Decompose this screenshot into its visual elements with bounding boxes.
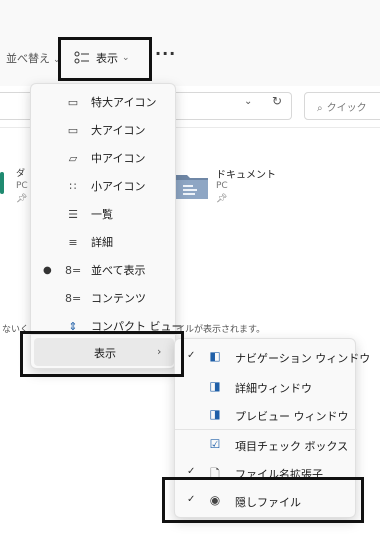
menu-item-label: 一覧 [91,208,113,221]
sort-button[interactable]: 並べ替え ⌄ [6,50,61,66]
menu-item-large-icons[interactable]: ▭ 大アイコン [31,116,177,144]
quick-access-item-name[interactable]: ダ [16,166,25,179]
sort-label: 並べ替え [6,52,50,65]
address-dropdown-icon[interactable]: ⌄ [244,96,252,107]
highlight-box-view [58,37,152,81]
details-icon: ≡ [68,235,78,249]
submenu-item-label: ナビゲーション ウィンドウ [235,352,371,365]
refresh-icon[interactable]: ↻ [272,94,282,108]
search-icon: ⌕ [317,103,323,114]
menu-item-small-icons[interactable]: ∷ 小アイコン [31,172,177,200]
preview-pane-icon: ◨ [209,407,221,421]
search-input[interactable]: ⌕ クイック [304,92,380,120]
submenu-item-label: 詳細ウィンドウ [235,382,312,395]
search-placeholder: クイック [326,103,367,114]
navigation-pane-icon: ◧ [209,349,221,363]
menu-item-tiles[interactable]: ● 8= 並べて表示 [31,256,177,284]
menu-item-label: 大アイコン [91,124,146,137]
menu-item-medium-icons[interactable]: ▱ 中アイコン [31,144,177,172]
checkmark-icon: ✓ [187,466,196,477]
menu-item-label: コンテンツ [91,292,146,305]
menu-item-details[interactable]: ≡ 詳細 [31,228,177,256]
small-icons-icon: ∷ [69,179,77,193]
submenu-separator [175,429,357,430]
large-icons-icon: ▭ [67,123,79,137]
documents-item-name[interactable]: ドキュメント [216,166,276,181]
menu-item-label: 詳細 [91,236,113,249]
list-icon: ☰ [68,207,78,221]
submenu-item-label: プレビュー ウィンドウ [235,410,349,423]
submenu-item-label: 項目チェック ボックス [235,440,349,453]
hint-text-right: イルが表示されます。 [176,325,266,335]
more-options-button[interactable]: ··· [155,44,176,63]
quick-access-item-location: PC [16,181,28,191]
menu-item-list[interactable]: ☰ 一覧 [31,200,177,228]
content-icon: 8= [65,291,82,305]
quick-access-item-icon [0,172,4,194]
documents-item-location: PC [216,181,228,191]
view-menu: ▭ 特大アイコン ▭ 大アイコン ▱ 中アイコン ∷ 小アイコン ☰ 一覧 ≡ … [30,83,183,369]
highlight-box-hidden-files [162,477,364,523]
command-bar: 並べ替え ⌄ 表示 ⌄ ··· [0,0,380,86]
highlight-box-show [20,331,184,377]
menu-item-label: 特大アイコン [91,96,157,109]
selected-bullet-icon: ● [43,264,52,276]
submenu-item-details-pane[interactable]: ◨ 詳細ウィンドウ [175,373,357,401]
item-checkbox-icon: ☑ [209,437,221,451]
pin-icon: 📌︎ [16,194,28,204]
documents-folder-icon[interactable] [175,170,209,200]
menu-item-extra-large-icons[interactable]: ▭ 特大アイコン [31,88,177,116]
submenu-item-preview-pane[interactable]: ◨ プレビュー ウィンドウ [175,401,357,429]
menu-item-label: 小アイコン [91,180,146,193]
pin-icon: 📌︎ [216,194,228,204]
submenu-item-navigation-pane[interactable]: ✓ ◧ ナビゲーション ウィンドウ [175,343,370,371]
medium-icons-icon: ▱ [68,151,78,165]
details-pane-icon: ◨ [209,379,221,393]
submenu-item-item-checkbox[interactable]: ☑ 項目チェック ボックス [175,431,357,459]
menu-item-label: 並べて表示 [91,264,146,277]
menu-item-label: 中アイコン [91,152,146,165]
checkmark-icon: ✓ [187,350,196,361]
tiles-icon: 8= [65,263,82,277]
menu-item-content[interactable]: 8= コンテンツ [31,284,177,312]
extra-large-icons-icon: ▭ [67,95,79,109]
